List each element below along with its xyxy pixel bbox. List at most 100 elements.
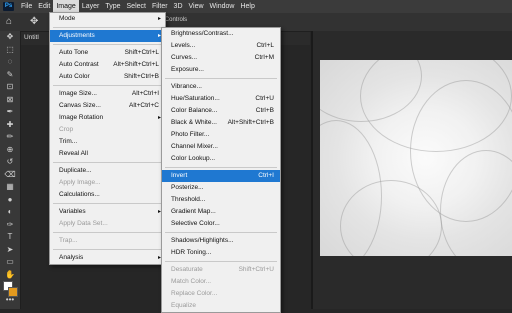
adjustments-item-hdr-toning[interactable]: HDR Toning... xyxy=(162,247,280,259)
image-menu-item-auto-contrast[interactable]: Auto Contrast Alt+Shift+Ctrl+L xyxy=(50,59,165,71)
adjustments-item-levels[interactable]: Levels... Ctrl+L xyxy=(162,40,280,52)
menu-shortcut: Alt+Ctrl+C xyxy=(129,102,159,109)
menu-item-label: Black & White... xyxy=(171,119,217,126)
image-menu-item-image-size[interactable]: Image Size... Alt+Ctrl+I xyxy=(50,88,165,100)
menu-3d[interactable]: 3D xyxy=(171,0,186,13)
marquee-tool-icon[interactable]: ⬚ xyxy=(0,44,20,57)
background-color-swatch[interactable] xyxy=(8,287,18,297)
image-menu-item-auto-tone[interactable]: Auto Tone Shift+Ctrl+L xyxy=(50,47,165,59)
menu-item-label: Desaturate xyxy=(171,266,203,273)
brush-tool-icon[interactable]: ✏ xyxy=(0,131,20,144)
hand-tool-icon[interactable]: ✋ xyxy=(0,269,20,282)
menu-item-label: Analysis xyxy=(59,254,84,261)
dodge-tool-icon[interactable]: ◐ xyxy=(0,206,20,219)
menu-window[interactable]: Window xyxy=(207,0,238,13)
menu-view[interactable]: View xyxy=(186,0,207,13)
history-brush-icon[interactable]: ↺ xyxy=(0,156,20,169)
menu-shortcut: Ctrl+I xyxy=(258,172,274,179)
image-menu-item-image-rotation[interactable]: Image Rotation ▸ xyxy=(50,112,165,124)
menu-shortcut: Alt+Ctrl+I xyxy=(131,90,159,97)
photoshop-logo-icon: Ps xyxy=(3,2,14,11)
tool-list: ✥⬚◌✎⊡⊠✒✚✏⊕↺⌫▦●◐✑T➤▭✋⚲••• xyxy=(0,31,20,306)
menu-item-label: Trim... xyxy=(59,138,78,145)
blur-tool-icon[interactable]: ● xyxy=(0,194,20,207)
menu-separator xyxy=(165,78,277,79)
menu-separator xyxy=(165,167,277,168)
adjustments-item-threshold[interactable]: Threshold... xyxy=(162,194,280,206)
canvas-photo[interactable] xyxy=(320,60,512,256)
pen-tool-icon[interactable]: ✑ xyxy=(0,219,20,232)
menu-item-label: Canvas Size... xyxy=(59,102,101,109)
menu-item-label: Exposure... xyxy=(171,66,204,73)
frame-tool-icon[interactable]: ⊠ xyxy=(0,94,20,107)
menu-item-label: Duplicate... xyxy=(59,167,92,174)
path-select-icon[interactable]: ➤ xyxy=(0,244,20,257)
document-tab[interactable]: Untitl xyxy=(24,34,39,41)
adjustments-item-photo-filter[interactable]: Photo Filter... xyxy=(162,129,280,141)
menu-item-label: Image Size... xyxy=(59,90,97,97)
menu-item-label: Color Lookup... xyxy=(171,155,216,162)
image-menu-dropdown: Mode ▸ Adjustments ▸ Auto Tone Shift+Ctrl+L Au… xyxy=(49,12,166,265)
image-menu-item-apply-data-set: Apply Data Set... xyxy=(50,218,165,230)
adjustments-item-desaturate: Desaturate Shift+Ctrl+U xyxy=(162,264,280,276)
eyedropper-tool-icon[interactable]: ✒ xyxy=(0,106,20,119)
adjustments-item-vibrance[interactable]: Vibrance... xyxy=(162,81,280,93)
adjustments-item-hue-saturation[interactable]: Hue/Saturation... Ctrl+U xyxy=(162,93,280,105)
menu-file[interactable]: File xyxy=(18,0,35,13)
adjustments-item-color-lookup[interactable]: Color Lookup... xyxy=(162,153,280,165)
menu-item-label: Reveal All xyxy=(59,150,88,157)
image-menu-item-trim[interactable]: Trim... xyxy=(50,136,165,148)
menu-item-label: Trap... xyxy=(59,237,78,244)
quick-select-tool-icon[interactable]: ✎ xyxy=(0,69,20,82)
image-menu-item-calculations[interactable]: Calculations... xyxy=(50,189,165,201)
adjustments-item-brightness-contrast[interactable]: Brightness/Contrast... xyxy=(162,28,280,40)
image-menu-item-reveal-all[interactable]: Reveal All xyxy=(50,148,165,160)
rectangle-tool-icon[interactable]: ▭ xyxy=(0,256,20,269)
adjustments-item-black-white[interactable]: Black & White... Alt+Shift+Ctrl+B xyxy=(162,117,280,129)
eraser-tool-icon[interactable]: ⌫ xyxy=(0,169,20,182)
menu-help[interactable]: Help xyxy=(237,0,257,13)
image-menu-item-duplicate[interactable]: Duplicate... xyxy=(50,165,165,177)
adjustments-item-gradient-map[interactable]: Gradient Map... xyxy=(162,206,280,218)
menu-separator xyxy=(53,44,162,45)
menu-item-label: Posterize... xyxy=(171,184,204,191)
gradient-tool-icon[interactable]: ▦ xyxy=(0,181,20,194)
image-menu-item-adjustments[interactable]: Adjustments ▸ xyxy=(50,30,165,42)
menu-item-label: Brightness/Contrast... xyxy=(171,30,234,37)
adjustments-item-color-balance[interactable]: Color Balance... Ctrl+B xyxy=(162,105,280,117)
lasso-tool-icon[interactable]: ◌ xyxy=(0,56,20,69)
adjustments-item-posterize[interactable]: Posterize... xyxy=(162,182,280,194)
type-tool-icon[interactable]: T xyxy=(0,231,20,244)
image-menu-item-apply-image: Apply Image... xyxy=(50,177,165,189)
image-menu-item-variables[interactable]: Variables ▸ xyxy=(50,206,165,218)
image-menu-item-canvas-size[interactable]: Canvas Size... Alt+Ctrl+C xyxy=(50,100,165,112)
menu-shortcut: Ctrl+U xyxy=(255,95,274,102)
adjustments-item-exposure[interactable]: Exposure... xyxy=(162,64,280,76)
adjustments-item-selective-color[interactable]: Selective Color... xyxy=(162,218,280,230)
menu-separator xyxy=(165,261,277,262)
image-menu-item-analysis[interactable]: Analysis ▸ xyxy=(50,252,165,264)
submenu-arrow-icon: ▸ xyxy=(157,16,161,22)
menu-item-label: Auto Color xyxy=(59,73,90,80)
image-menu-item-auto-color[interactable]: Auto Color Shift+Ctrl+B xyxy=(50,71,165,83)
adjustments-item-invert[interactable]: Invert Ctrl+I xyxy=(162,170,280,182)
adjustments-item-channel-mixer[interactable]: Channel Mixer... xyxy=(162,141,280,153)
home-icon[interactable]: ⌂ xyxy=(6,16,18,28)
menu-item-label: Adjustments xyxy=(59,32,95,39)
menu-item-label: Levels... xyxy=(171,42,196,49)
crop-tool-icon[interactable]: ⊡ xyxy=(0,81,20,94)
menu-shortcut: Ctrl+M xyxy=(254,54,274,61)
clone-stamp-icon[interactable]: ⊕ xyxy=(0,144,20,157)
adjustments-submenu: Brightness/Contrast... Levels... Ctrl+L Cur… xyxy=(161,27,281,313)
menu-item-label: Auto Contrast xyxy=(59,61,99,68)
menu-item-label: Apply Data Set... xyxy=(59,220,108,227)
move-tool-icon[interactable]: ✥ xyxy=(30,16,38,28)
menu-item-label: Image Rotation xyxy=(59,114,104,121)
move-tool-icon[interactable]: ✥ xyxy=(0,31,20,44)
healing-brush-icon[interactable]: ✚ xyxy=(0,119,20,132)
image-menu-item-mode[interactable]: Mode ▸ xyxy=(50,13,165,25)
tools-panel: ✥⬚◌✎⊡⊠✒✚✏⊕↺⌫▦●◐✑T➤▭✋⚲••• xyxy=(0,31,21,309)
adjustments-item-shadows-highlights[interactable]: Shadows/Highlights... xyxy=(162,235,280,247)
menu-item-label: Crop xyxy=(59,126,74,133)
adjustments-item-curves[interactable]: Curves... Ctrl+M xyxy=(162,52,280,64)
